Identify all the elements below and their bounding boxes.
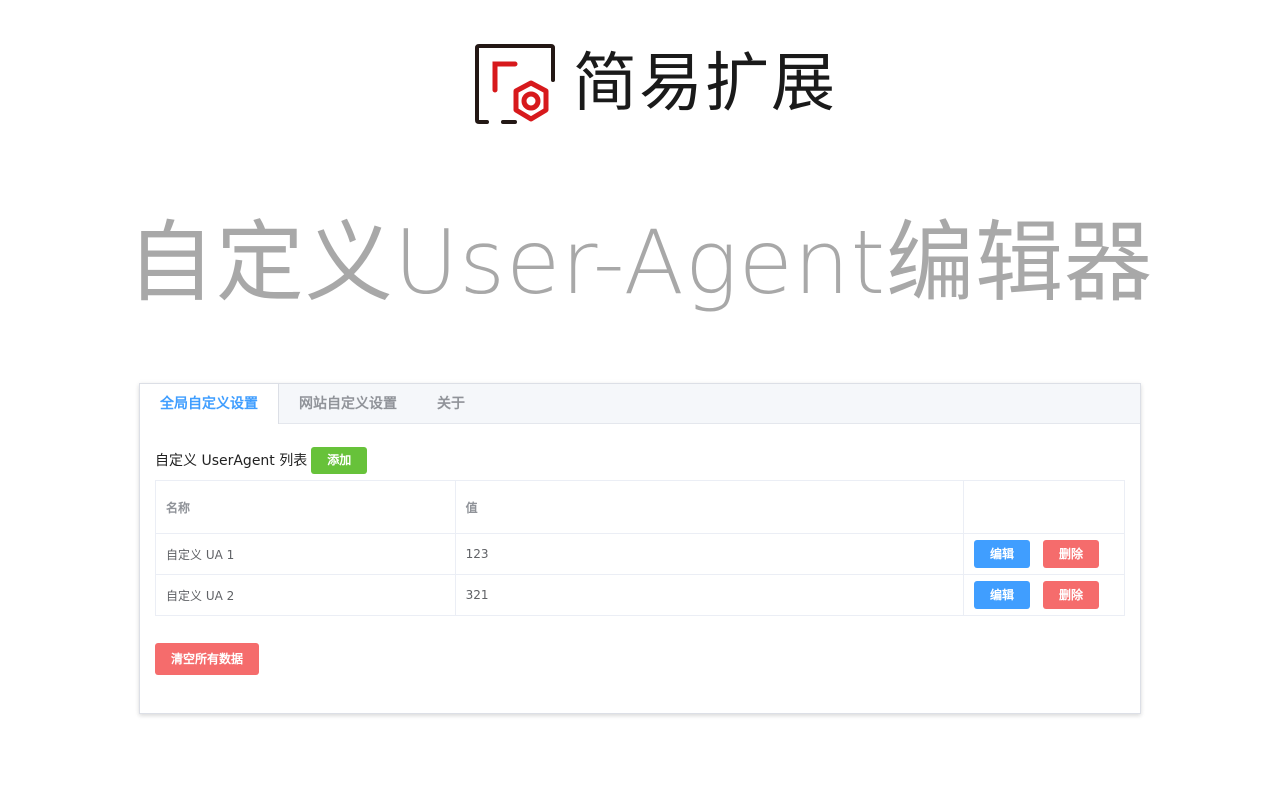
table-header-row: 名称 值 [155, 480, 1125, 534]
column-header-name: 名称 [155, 480, 456, 534]
column-header-actions [963, 480, 1125, 534]
table-row: 自定义 UA 2 321 编辑 删除 [155, 574, 1125, 616]
column-header-value: 值 [454, 480, 965, 534]
row-name: 自定义 UA 2 [155, 574, 456, 616]
edit-button[interactable]: 编辑 [974, 581, 1031, 609]
brand-logo-icon [475, 44, 555, 124]
brand-logo: 简易扩展 [475, 44, 837, 124]
brand-name: 简易扩展 [573, 47, 837, 121]
tab-site-settings[interactable]: 网站自定义设置 [279, 384, 417, 424]
edit-button[interactable]: 编辑 [974, 540, 1031, 568]
tab-global-settings[interactable]: 全局自定义设置 [140, 384, 279, 424]
delete-button[interactable]: 删除 [1043, 581, 1100, 609]
delete-button[interactable]: 删除 [1043, 540, 1100, 568]
row-value: 123 [454, 533, 965, 575]
list-header: 自定义 UserAgent 列表 添加 [155, 446, 1125, 474]
list-heading: 自定义 UserAgent 列表 [155, 453, 308, 469]
row-actions: 编辑 删除 [963, 574, 1125, 616]
page-title: 自定义User-Agent编辑器 [126, 211, 1154, 314]
tab-bar: 全局自定义设置 网站自定义设置 关于 [140, 384, 1140, 424]
row-actions: 编辑 删除 [963, 533, 1125, 575]
settings-panel: 全局自定义设置 网站自定义设置 关于 自定义 UserAgent 列表 添加 名… [139, 383, 1141, 714]
row-name: 自定义 UA 1 [155, 533, 456, 575]
tab-content: 自定义 UserAgent 列表 添加 名称 值 自定义 UA 1 123 编辑… [140, 424, 1140, 675]
add-button[interactable]: 添加 [311, 446, 368, 474]
row-value: 321 [454, 574, 965, 616]
clear-all-button[interactable]: 清空所有数据 [155, 643, 259, 675]
table-row: 自定义 UA 1 123 编辑 删除 [155, 533, 1125, 575]
clear-section: 清空所有数据 [155, 643, 1125, 675]
ua-table: 名称 值 自定义 UA 1 123 编辑 删除 自定义 UA 2 321 编辑 … [155, 480, 1125, 616]
tab-about[interactable]: 关于 [417, 384, 485, 424]
